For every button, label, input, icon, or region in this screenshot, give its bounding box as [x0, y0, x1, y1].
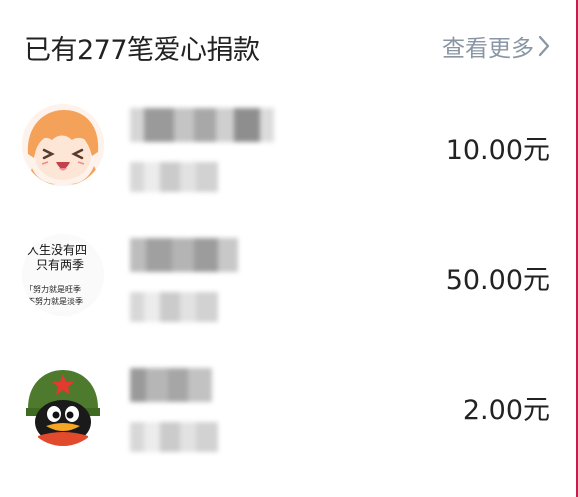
donation-count-title: 已有277笔爱心捐款 — [24, 35, 260, 66]
avatar-text-line: 不努力就是淡季 — [27, 296, 83, 306]
donation-amount: 10.00元 — [445, 135, 550, 166]
donation-card: 已有277笔爱心捐款 查看更多 10.00元 人生没有四 只有两季 「努力就是旺… — [0, 0, 578, 497]
avatar-text-line: 只有两季 — [36, 258, 84, 272]
donation-time-masked — [130, 422, 218, 452]
donor-name-masked — [130, 108, 274, 142]
view-more-label: 查看更多 — [442, 36, 534, 62]
anime-girl-avatar-icon — [22, 104, 104, 186]
donation-time-masked — [130, 292, 218, 322]
donation-list: 10.00元 人生没有四 只有两季 「努力就是旺季 不努力就是淡季 50.00元… — [0, 90, 576, 480]
chevron-right-icon — [538, 35, 550, 57]
avatar-text-line: 人生没有四 — [27, 242, 87, 257]
donation-row[interactable]: 人生没有四 只有两季 「努力就是旺季 不努力就是淡季 50.00元 — [0, 220, 576, 350]
donor-name-masked — [130, 368, 212, 402]
donor-name-masked — [130, 238, 238, 272]
calligraphy-text-avatar-icon: 人生没有四 只有两季 「努力就是旺季 不努力就是淡季 — [22, 234, 104, 316]
donation-time-masked — [130, 162, 218, 192]
donation-row[interactable]: 10.00元 — [0, 90, 576, 220]
donation-row[interactable]: 2.00元 — [0, 350, 576, 480]
donation-amount: 50.00元 — [445, 265, 550, 296]
qq-penguin-avatar-icon — [22, 364, 104, 446]
donation-header: 已有277笔爱心捐款 查看更多 — [0, 0, 576, 90]
donation-amount: 2.00元 — [462, 395, 550, 426]
avatar-text-line: 「努力就是旺季 — [25, 284, 81, 294]
view-more-link[interactable]: 查看更多 — [442, 29, 550, 63]
